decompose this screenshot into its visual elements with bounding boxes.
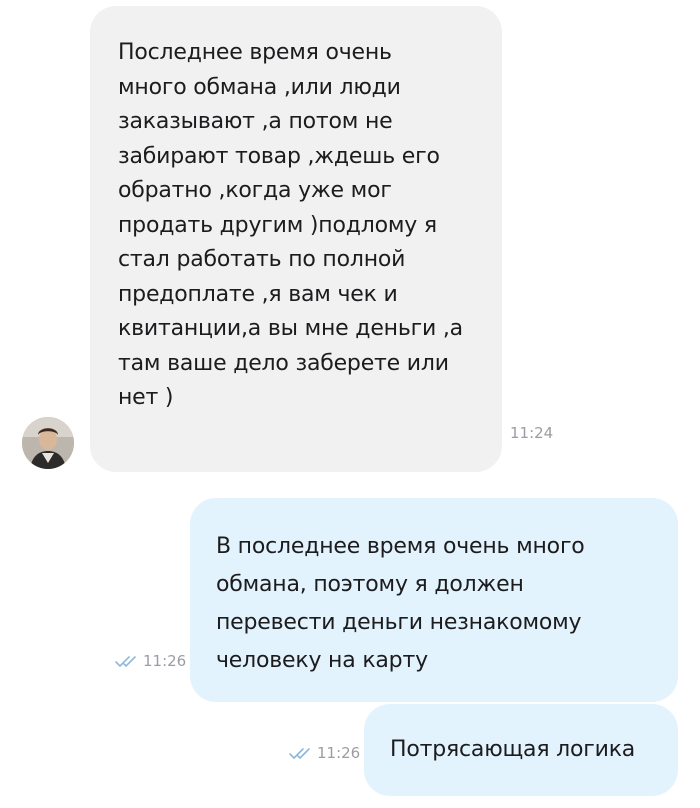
outgoing-message-time: 11:26 <box>317 744 361 762</box>
user-photo-icon <box>22 417 74 469</box>
outgoing-message-text: В последнее время очень много обмана, по… <box>216 534 585 673</box>
sender-avatar[interactable] <box>22 417 74 469</box>
outgoing-message-bubble[interactable]: В последнее время очень много обмана, по… <box>190 498 678 702</box>
outgoing-message-bubble[interactable]: Потрясающая логика <box>364 704 678 796</box>
message-status: 11:26 <box>114 652 186 670</box>
message-status: 11:26 <box>288 744 360 762</box>
double-check-icon <box>288 746 314 760</box>
double-check-icon <box>114 654 140 668</box>
incoming-message-time: 11:24 <box>510 424 554 442</box>
outgoing-message-time: 11:26 <box>143 652 187 670</box>
incoming-message-bubble[interactable]: Последнее время очень много обмана ,или … <box>90 6 502 472</box>
incoming-message-text: Последнее время очень много обмана ,или … <box>118 40 463 410</box>
outgoing-message-text: Потрясающая логика <box>390 737 636 762</box>
